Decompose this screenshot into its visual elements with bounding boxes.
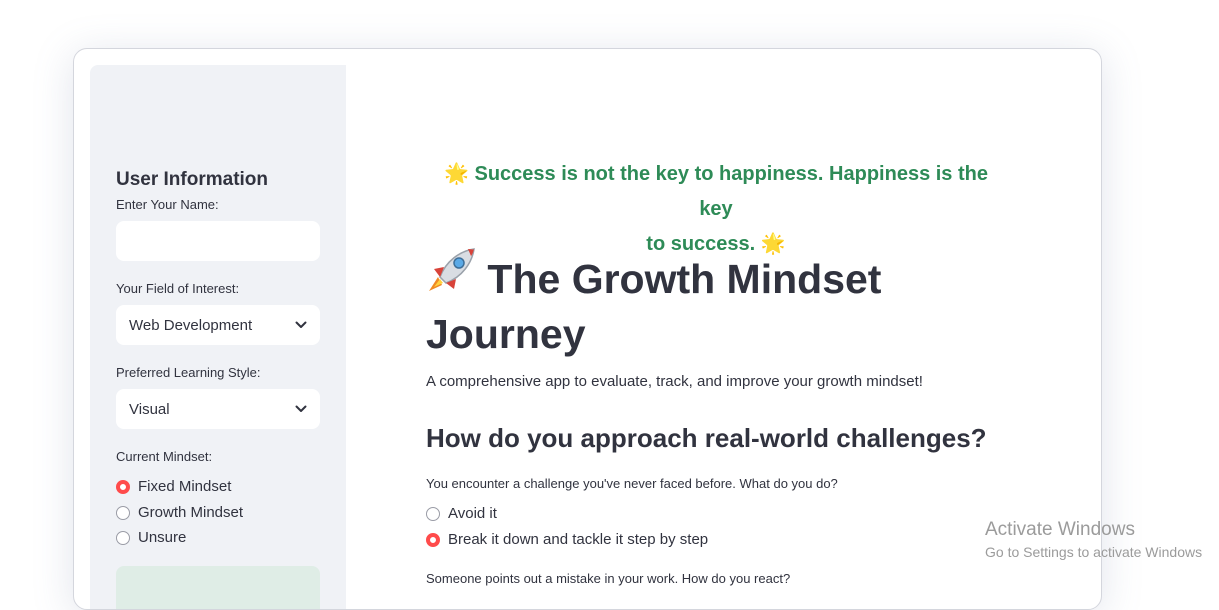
question-1-option-label: Avoid it (448, 505, 497, 522)
page-title: The Growth Mindset Journey (426, 247, 986, 361)
field-select[interactable]: Web Development (116, 305, 320, 345)
chevron-down-icon (295, 405, 307, 413)
page-subtitle: A comprehensive app to evaluate, track, … (426, 373, 923, 390)
radio-selected[interactable] (426, 532, 440, 547)
radio-unselected[interactable] (426, 506, 440, 521)
page-title-line-1: The Growth Mindset (487, 256, 882, 302)
radio-unselected[interactable] (116, 505, 130, 520)
style-label: Preferred Learning Style: (116, 365, 261, 380)
mindset-option-growth[interactable]: Growth Mindset (116, 504, 243, 521)
mindset-option-label: Growth Mindset (138, 504, 244, 521)
mindset-option-fixed[interactable]: Fixed Mindset (116, 478, 231, 495)
mindset-option-label: Fixed Mindset (138, 478, 232, 495)
question-1-option-avoid[interactable]: Avoid it (426, 505, 497, 522)
rocket-icon (426, 247, 476, 308)
field-select-value: Web Development (129, 316, 253, 334)
question-1-option-break-down[interactable]: Break it down and tackle it step by step (426, 531, 708, 548)
sidebar-title: User Information (116, 169, 269, 190)
watermark-line-2: Go to Settings to activate Windows (985, 544, 1203, 560)
windows-activation-watermark: Activate Windows Go to Settings to activ… (985, 518, 1202, 562)
name-label: Enter Your Name: (116, 197, 219, 212)
sidebar: User Information Enter Your Name: Your F… (90, 65, 346, 609)
radio-selected[interactable] (116, 479, 130, 494)
question-1-option-label: Break it down and tackle it step by step (448, 531, 709, 548)
app-window: User Information Enter Your Name: Your F… (73, 48, 1102, 610)
star-icon: 🌟 (444, 163, 469, 185)
radio-unselected[interactable] (116, 530, 130, 545)
sidebar-info-card (116, 566, 320, 609)
style-select[interactable]: Visual (116, 389, 320, 429)
page-title-line-2: Journey (426, 311, 586, 357)
field-label: Your Field of Interest: (116, 281, 240, 296)
section-heading: How do you approach real-world challenge… (426, 423, 987, 453)
mindset-option-label: Unsure (138, 529, 187, 546)
chevron-down-icon (295, 321, 307, 329)
style-select-value: Visual (129, 400, 170, 418)
mindset-label: Current Mindset: (116, 449, 213, 464)
watermark-line-1: Activate Windows (985, 519, 1135, 540)
quote-line-1: Success is not the key to happiness. Hap… (474, 163, 988, 220)
question-2: Someone points out a mistake in your wor… (426, 571, 791, 586)
name-input[interactable] (116, 221, 320, 261)
question-1: You encounter a challenge you've never f… (426, 476, 838, 491)
mindset-option-unsure[interactable]: Unsure (116, 529, 186, 546)
